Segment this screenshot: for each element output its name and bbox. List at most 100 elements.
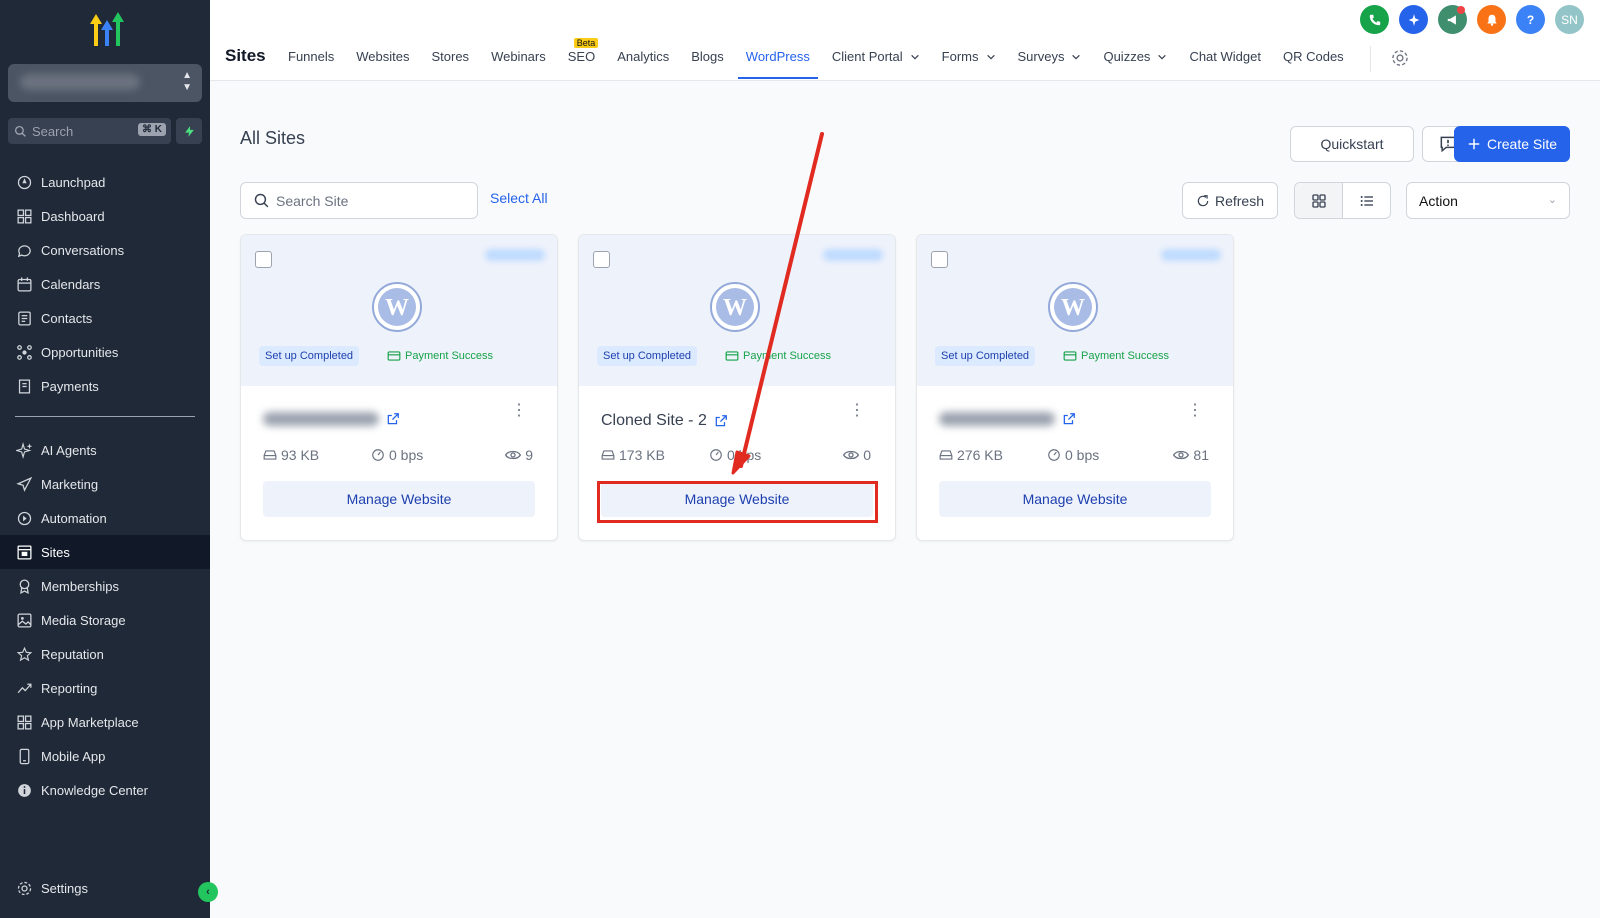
sidebar-item-mobile-app[interactable]: Mobile App (0, 739, 210, 773)
views-stat: 81 (1173, 447, 1209, 463)
sidebar-item-knowledge-center[interactable]: Knowledge Center (0, 773, 210, 807)
site-card: W Set up Completed Payment Success ⋮ 93 KB 0 … (240, 234, 558, 541)
ai-assistant-button[interactable] (1399, 5, 1428, 34)
refresh-icon (1197, 194, 1209, 206)
logo[interactable] (84, 10, 128, 50)
notifications-button[interactable] (1477, 5, 1506, 34)
site-select-checkbox[interactable] (931, 251, 948, 268)
select-all-link[interactable]: Select All (490, 190, 548, 206)
chevron-down-icon (910, 54, 919, 60)
tab-label: Analytics (617, 49, 670, 64)
sidebar-item-dashboard[interactable]: Dashboard (0, 199, 210, 233)
views-value: 9 (525, 447, 533, 463)
create-site-button[interactable]: Create Site (1454, 126, 1570, 162)
info-icon (18, 783, 31, 797)
sidebar-item-automation[interactable]: Automation (0, 501, 210, 535)
sidebar-item-label: Dashboard (41, 208, 105, 224)
more-options-icon[interactable]: ⋮ (849, 403, 865, 419)
grid-icon (1311, 193, 1326, 208)
grid-view-button[interactable] (1295, 183, 1343, 218)
action-label: Action (1419, 192, 1458, 209)
image-icon (17, 612, 32, 628)
star-icon (16, 646, 33, 661)
sidebar-search[interactable]: Search ⌘ K (8, 118, 171, 144)
tab-label: QR Codes (1282, 49, 1344, 64)
manage-website-button[interactable]: Manage Website (263, 481, 535, 517)
sidebar-item-sites[interactable]: Sites (0, 535, 210, 569)
sidebar-item-contacts[interactable]: Contacts (0, 301, 210, 335)
gauge-icon (372, 449, 384, 461)
tab-bar: Funnels Websites Stores Webinars Beta SEO Anal… (288, 38, 1366, 79)
gear-icon[interactable] (1390, 48, 1410, 68)
tab-analytics[interactable]: Analytics (617, 49, 669, 79)
site-domain-redacted (485, 249, 545, 261)
site-select-checkbox[interactable] (255, 251, 272, 268)
tab-webinars[interactable]: Webinars (491, 49, 546, 79)
sparkle-icon (16, 441, 33, 459)
account-switcher[interactable]: ▲ ▼ (8, 64, 202, 102)
sidebar-item-launchpad[interactable]: Launchpad (0, 165, 210, 199)
launchpad-icon (17, 175, 32, 189)
site-search-input[interactable]: Search Site (240, 182, 478, 219)
refresh-button[interactable]: Refresh (1182, 182, 1278, 219)
tab-label: Quizzes (1103, 49, 1151, 64)
tab-quizzes[interactable]: Quizzes (1103, 49, 1167, 79)
tab-forms[interactable]: Forms (942, 49, 996, 79)
tab-client-portal[interactable]: Client Portal (832, 49, 920, 79)
wordpress-icon: W (1048, 282, 1098, 332)
external-link-icon[interactable] (1062, 412, 1076, 426)
sidebar-item-media-storage[interactable]: Media Storage (0, 603, 210, 637)
notification-dot (1457, 6, 1465, 14)
tab-qr-codes[interactable]: QR Codes (1283, 49, 1344, 79)
hard-drive-icon (601, 450, 615, 460)
sparkle-icon (1408, 13, 1419, 26)
announcements-button[interactable] (1438, 5, 1467, 34)
site-select-checkbox[interactable] (593, 251, 610, 268)
tab-stores[interactable]: Stores (431, 49, 469, 79)
tab-websites[interactable]: Websites (356, 49, 409, 79)
sidebar-item-label: Contacts (41, 310, 93, 326)
payment-status-badge: Payment Success (381, 346, 499, 366)
sidebar-item-marketing[interactable]: Marketing (0, 467, 210, 501)
quickstart-button[interactable]: Quickstart (1290, 126, 1414, 162)
action-dropdown[interactable]: Action ⌄ (1406, 182, 1570, 219)
list-view-button[interactable] (1343, 183, 1390, 218)
sidebar-item-payments[interactable]: Payments (0, 369, 210, 403)
tab-chat-widget[interactable]: Chat Widget (1189, 49, 1261, 79)
tab-seo[interactable]: Beta SEO (568, 38, 599, 79)
setup-status-label: Set up Completed (603, 350, 692, 362)
tab-funnels[interactable]: Funnels (288, 49, 334, 79)
sidebar-item-reporting[interactable]: Reporting (0, 671, 210, 705)
sidebar-item-calendars[interactable]: Calendars (0, 267, 210, 301)
sidebar-item-settings[interactable]: Settings (0, 871, 210, 905)
manage-website-button[interactable]: Manage Website (939, 481, 1211, 517)
sidebar-item-label: Calendars (41, 276, 101, 292)
sidebar-item-memberships[interactable]: Memberships (0, 569, 210, 603)
sidebar-item-app-marketplace[interactable]: App Marketplace (0, 705, 210, 739)
tab-wordpress[interactable]: WordPress (737, 49, 818, 79)
tab-blogs[interactable]: Blogs (691, 49, 724, 79)
sidebar-item-label: Reporting (41, 680, 98, 696)
storage-stat: 93 KB (263, 447, 319, 463)
quick-action-button[interactable] (176, 118, 202, 144)
credit-card-icon (387, 351, 401, 361)
external-link-icon[interactable] (714, 414, 728, 428)
payment-status-label: Payment Success (743, 350, 832, 362)
sidebar-item-label: Conversations (41, 242, 125, 258)
tab-surveys[interactable]: Surveys (1018, 49, 1082, 79)
collapse-sidebar-button[interactable]: ‹ (198, 882, 218, 902)
sidebar-divider (15, 416, 195, 417)
help-button[interactable]: ? (1516, 5, 1545, 34)
more-options-icon[interactable]: ⋮ (511, 403, 527, 419)
avatar[interactable]: SN (1555, 5, 1584, 34)
tab-label: Forms (941, 49, 979, 64)
sidebar-item-opportunities[interactable]: Opportunities (0, 335, 210, 369)
external-link-icon[interactable] (386, 412, 400, 426)
phone-button[interactable] (1360, 5, 1389, 34)
sidebar-item-conversations[interactable]: Conversations (0, 233, 210, 267)
sidebar-item-ai-agents[interactable]: AI Agents (0, 433, 210, 467)
more-options-icon[interactable]: ⋮ (1187, 403, 1203, 419)
sidebar-item-reputation[interactable]: Reputation (0, 637, 210, 671)
site-domain-redacted (823, 249, 883, 261)
storage-value: 93 KB (281, 447, 320, 463)
